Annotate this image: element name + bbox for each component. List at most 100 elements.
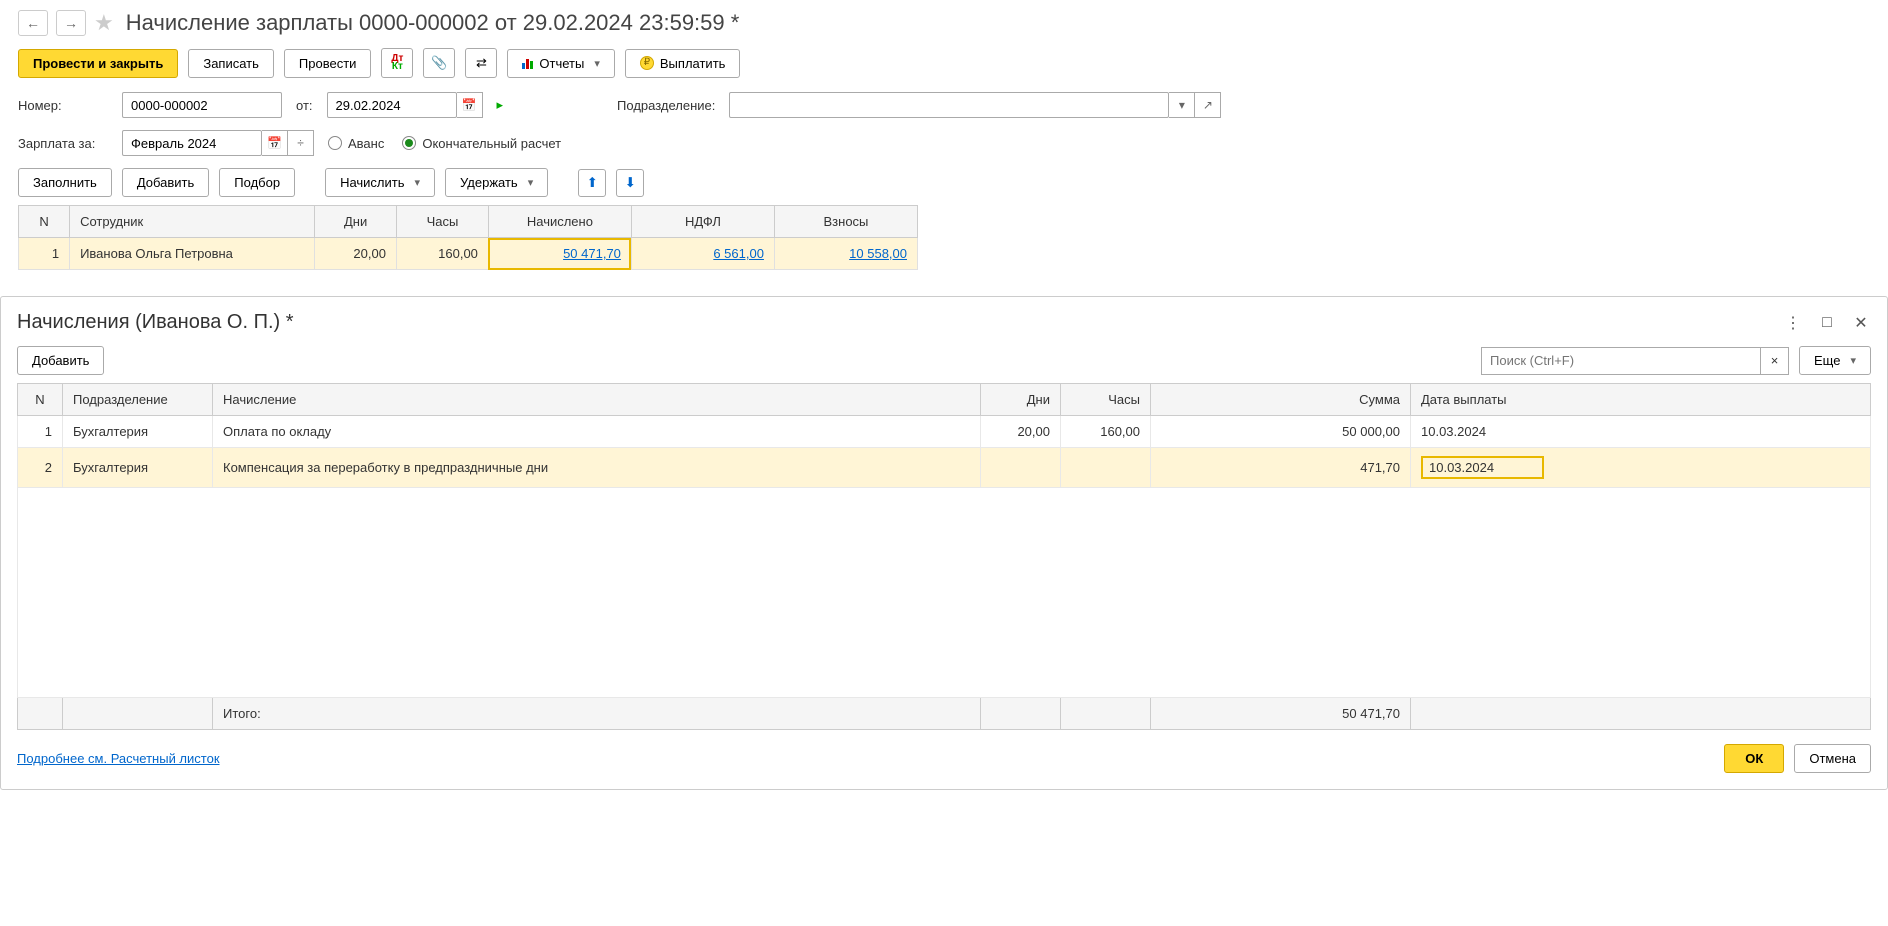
date-label: от: <box>296 98 313 113</box>
department-open-icon[interactable]: ↗ <box>1195 92 1221 118</box>
pcol-sum: Сумма <box>1151 384 1411 416</box>
cancel-button[interactable]: Отмена <box>1794 744 1871 773</box>
structure-button[interactable]: ⇄ <box>465 48 497 78</box>
arrow-up-icon: ⬆ <box>587 175 598 191</box>
number-input[interactable] <box>122 92 282 118</box>
accruals-panel: Начисления (Иванова О. П.) * ⋮ □ ✕ Добав… <box>0 296 1888 790</box>
pcell-accrual: Компенсация за переработку в предпраздни… <box>213 448 981 488</box>
post-and-close-button[interactable]: Провести и закрыть <box>18 49 178 78</box>
department-input[interactable] <box>729 92 1169 118</box>
col-days: Дни <box>315 206 397 238</box>
panel-add-button[interactable]: Добавить <box>17 346 104 375</box>
deduct-label: Удержать <box>460 175 518 190</box>
chart-icon <box>522 57 533 69</box>
pcell-n: 1 <box>18 416 63 448</box>
panel-title: Начисления (Иванова О. П.) * <box>17 311 294 334</box>
panel-menu-icon[interactable]: ⋮ <box>1783 313 1803 333</box>
pcell-sum: 471,70 <box>1151 448 1411 488</box>
pick-button[interactable]: Подбор <box>219 168 295 197</box>
panel-maximize-icon[interactable]: □ <box>1817 314 1837 332</box>
pcol-accrual: Начисление <box>213 384 981 416</box>
pcell-days <box>981 448 1061 488</box>
move-down-button[interactable]: ⬇ <box>616 169 644 197</box>
advance-radio-label: Аванс <box>348 136 384 151</box>
ruble-icon: ₽ <box>640 56 654 70</box>
move-up-button[interactable]: ⬆ <box>578 169 606 197</box>
pcell-n: 2 <box>18 448 63 488</box>
final-radio-label: Окончательный расчет <box>422 136 561 151</box>
pcell-paydate-edit[interactable]: 10.03.2024 <box>1421 456 1544 479</box>
col-hours: Часы <box>396 206 488 238</box>
final-radio[interactable]: Окончательный расчет <box>402 136 561 151</box>
col-accrued: Начислено <box>488 206 631 238</box>
table-empty-area <box>18 488 1871 698</box>
total-label: Итого: <box>213 698 981 730</box>
accruals-table: N Подразделение Начисление Дни Часы Сумм… <box>17 383 1871 730</box>
month-spinner-icon[interactable]: ÷ <box>288 130 314 156</box>
date-input[interactable] <box>327 92 457 118</box>
search-input[interactable] <box>1481 347 1761 375</box>
save-button[interactable]: Записать <box>188 49 274 78</box>
favorite-star-icon[interactable]: ★ <box>94 10 114 36</box>
reports-label: Отчеты <box>539 56 584 71</box>
pcell-hours <box>1061 448 1151 488</box>
cell-days: 20,00 <box>315 238 397 270</box>
col-employee: Сотрудник <box>70 206 315 238</box>
pcol-days: Дни <box>981 384 1061 416</box>
cell-n: 1 <box>19 238 70 270</box>
number-label: Номер: <box>18 98 108 113</box>
table-row[interactable]: 1 Иванова Ольга Петровна 20,00 160,00 50… <box>19 238 918 270</box>
pcell-accrual: Оплата по окладу <box>213 416 981 448</box>
pay-button[interactable]: ₽Выплатить <box>625 49 741 78</box>
reports-button[interactable]: Отчеты <box>507 49 614 78</box>
pcell-sum: 50 000,00 <box>1151 416 1411 448</box>
cell-accrued[interactable]: 50 471,70 <box>563 246 621 261</box>
month-calendar-icon[interactable]: 📅 <box>262 130 288 156</box>
calculate-button[interactable]: Начислить <box>325 168 435 197</box>
pcol-n: N <box>18 384 63 416</box>
pcell-hours: 160,00 <box>1061 416 1151 448</box>
paperclip-icon: 📎 <box>431 55 447 71</box>
col-n: N <box>19 206 70 238</box>
cell-hours: 160,00 <box>396 238 488 270</box>
table-row[interactable]: 1 Бухгалтерия Оплата по окладу 20,00 160… <box>18 416 1871 448</box>
ok-button[interactable]: ОК <box>1724 744 1784 773</box>
advance-radio[interactable]: Аванс <box>328 136 384 151</box>
post-button[interactable]: Провести <box>284 49 372 78</box>
salary-for-input[interactable] <box>122 130 262 156</box>
pcell-dept: Бухгалтерия <box>63 416 213 448</box>
arrow-down-icon: ⬇ <box>625 175 636 191</box>
pcell-days: 20,00 <box>981 416 1061 448</box>
fill-button[interactable]: Заполнить <box>18 168 112 197</box>
more-label: Еще <box>1814 353 1840 368</box>
dtkt-button[interactable]: ДтКт <box>381 48 413 78</box>
employees-table: N Сотрудник Дни Часы Начислено НДФЛ Взно… <box>18 205 918 270</box>
payslip-link[interactable]: Подробнее см. Расчетный листок <box>17 751 220 766</box>
pcol-paydate: Дата выплаты <box>1411 384 1871 416</box>
main-toolbar: Провести и закрыть Записать Провести ДтК… <box>18 48 1870 78</box>
cell-employee: Иванова Ольга Петровна <box>70 238 315 270</box>
table-row[interactable]: 2 Бухгалтерия Компенсация за переработку… <box>18 448 1871 488</box>
panel-close-icon[interactable]: ✕ <box>1851 313 1871 333</box>
col-contrib: Взносы <box>774 206 917 238</box>
more-button[interactable]: Еще <box>1799 346 1871 375</box>
nav-back-button[interactable]: ← <box>18 10 48 36</box>
pcell-paydate: 10.03.2024 <box>1411 416 1871 448</box>
date-status-icon[interactable]: ▸ <box>497 97 504 113</box>
cell-ndfl[interactable]: 6 561,00 <box>713 246 764 261</box>
department-dropdown-icon[interactable]: ▾ <box>1169 92 1195 118</box>
col-ndfl: НДФЛ <box>631 206 774 238</box>
nav-forward-button[interactable]: → <box>56 10 86 36</box>
pcell-dept: Бухгалтерия <box>63 448 213 488</box>
deduct-button[interactable]: Удержать <box>445 168 548 197</box>
calendar-icon[interactable]: 📅 <box>457 92 483 118</box>
attach-button[interactable]: 📎 <box>423 48 455 78</box>
page-title: Начисление зарплаты 0000-000002 от 29.02… <box>126 10 740 36</box>
add-row-button[interactable]: Добавить <box>122 168 209 197</box>
department-label: Подразделение: <box>617 98 715 113</box>
cell-contrib[interactable]: 10 558,00 <box>849 246 907 261</box>
search-clear-icon[interactable]: × <box>1761 347 1789 375</box>
pcol-dept: Подразделение <box>63 384 213 416</box>
salary-for-label: Зарплата за: <box>18 136 108 151</box>
structure-icon: ⇄ <box>476 55 487 71</box>
